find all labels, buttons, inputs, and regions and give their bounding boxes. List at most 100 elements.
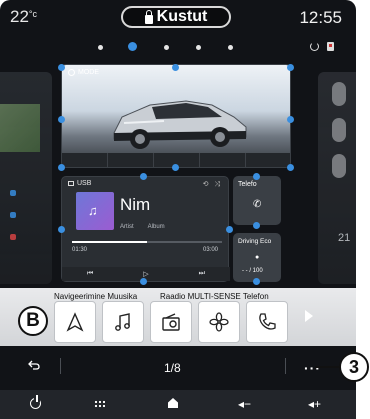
clock: 12:55	[299, 8, 342, 27]
favourites-labels: Navigeerimine Muusika Raadio MULTI-SENSE…	[54, 292, 269, 301]
callout-b: B	[18, 306, 48, 336]
callout-leader-line	[315, 366, 341, 368]
leaf-icon: ●	[255, 254, 260, 261]
apps-grid-icon[interactable]	[94, 400, 105, 408]
next-track-icon[interactable]: ⏭	[199, 270, 205, 278]
mode-option[interactable]	[62, 153, 108, 167]
radio-icon	[162, 313, 180, 331]
music-note-icon	[115, 313, 130, 331]
map-thumbnail	[0, 104, 40, 152]
page-dot[interactable]	[98, 45, 103, 50]
phone-icon: ✆	[253, 199, 262, 210]
divider	[285, 358, 286, 374]
favourites-bar: Navigeerimine Muusika Raadio MULTI-SENSE…	[0, 288, 356, 346]
resize-handle[interactable]	[172, 164, 179, 171]
control-knob	[332, 118, 346, 142]
resize-handle[interactable]	[58, 226, 65, 233]
multi-sense-icon	[209, 312, 229, 332]
back-arrow-icon[interactable]	[28, 360, 40, 370]
temperature-readout: 22°c	[10, 7, 37, 27]
radio-shortcut-button[interactable]	[150, 301, 192, 343]
resize-handle[interactable]	[287, 64, 294, 71]
usb-music-widget[interactable]: USB ⟲ ⤨ ♫ Nim Artist Album 01:30 03:00 ⏮…	[61, 176, 230, 282]
volume-up-button[interactable]: ◂+	[308, 397, 321, 411]
partial-number: 21	[338, 232, 351, 244]
phone-icon	[10, 212, 16, 218]
switch-off-button[interactable]: Kustut	[121, 6, 231, 28]
resize-handle[interactable]	[58, 64, 65, 71]
previous-page-preview[interactable]	[0, 72, 52, 284]
bottom-bar: ◂− ◂+	[0, 390, 356, 419]
usb-icon	[68, 181, 74, 186]
page-navigation-row: 1/8 ···	[0, 352, 356, 380]
resize-handle[interactable]	[172, 64, 179, 71]
mode-option[interactable]	[246, 153, 290, 167]
page-dot[interactable]	[196, 45, 201, 50]
resize-handle[interactable]	[58, 164, 65, 171]
navigation-shortcut-button[interactable]	[54, 301, 96, 343]
phone-icon	[259, 313, 276, 330]
album-name: Album	[147, 224, 165, 230]
page-dot-active[interactable]	[128, 42, 137, 51]
page-number: 1/8	[164, 361, 181, 375]
page-dot[interactable]	[228, 45, 233, 50]
track-progress[interactable]	[72, 241, 222, 243]
missed-call-icon	[10, 234, 16, 240]
mode-option[interactable]	[200, 153, 246, 167]
top-right-icons	[310, 42, 334, 51]
temperature-unit: °c	[28, 9, 38, 19]
usb-source: USB	[68, 180, 91, 187]
music-note-icon: ♫	[88, 203, 98, 218]
resize-handle[interactable]	[253, 173, 260, 180]
resize-handle[interactable]	[253, 222, 260, 229]
multimedia-screen: 22°c Kustut 12:55 21 MODE USB ⟲ ⤨ ♫ Nim …	[0, 0, 356, 419]
lock-icon	[144, 9, 153, 24]
resize-handle[interactable]	[140, 173, 147, 180]
track-meta: Artist Album	[120, 224, 165, 230]
track-progress-fill	[72, 241, 147, 243]
usb-label: USB	[77, 180, 92, 187]
favourites-next-arrow-icon[interactable]	[305, 310, 313, 322]
phone-widget-label: Telefo	[238, 181, 257, 188]
album-art: ♫	[76, 192, 114, 230]
document-icon[interactable]	[327, 42, 334, 51]
switch-off-label: Kustut	[156, 8, 208, 25]
volume-down-button[interactable]: ◂−	[238, 397, 251, 411]
mode-title: MODE	[68, 69, 99, 76]
control-knob	[332, 154, 346, 178]
play-icon[interactable]: ▷	[143, 270, 148, 278]
resize-handle[interactable]	[287, 164, 294, 171]
favourites-label-group-2: Raadio MULTI-SENSE Telefon	[160, 292, 269, 301]
status-bar: 22°c Kustut 12:55	[0, 0, 356, 30]
repeat-shuffle-icons[interactable]: ⟲ ⤨	[203, 180, 222, 189]
resize-handle[interactable]	[226, 226, 233, 233]
refresh-icon[interactable]	[310, 42, 319, 51]
previous-track-icon[interactable]: ⏮	[87, 270, 93, 278]
favourites-label-group-1: Navigeerimine Muusika	[54, 292, 138, 301]
phone-widget[interactable]: Telefo ✆	[233, 176, 281, 225]
phone-shortcut-button[interactable]	[246, 301, 288, 343]
resize-handle[interactable]	[140, 278, 147, 285]
driving-eco-widget[interactable]: Driving Eco ● - - / 100	[233, 233, 281, 282]
mode-icon	[68, 69, 75, 76]
resize-handle[interactable]	[253, 278, 260, 285]
music-shortcut-button[interactable]	[102, 301, 144, 343]
home-icon[interactable]	[168, 398, 178, 408]
page-dot[interactable]	[164, 45, 169, 50]
track-title: Nim	[120, 195, 151, 214]
resize-handle[interactable]	[58, 116, 65, 123]
power-icon[interactable]	[30, 395, 41, 409]
mode-widget[interactable]: MODE	[61, 64, 291, 168]
driving-eco-score: - - / 100	[242, 268, 263, 274]
temperature-value: 22	[10, 7, 29, 26]
driving-eco-label: Driving Eco	[238, 238, 272, 245]
elapsed-time: 01:30	[72, 247, 88, 253]
mode-option[interactable]	[108, 153, 154, 167]
next-page-preview[interactable]: 21	[318, 72, 356, 284]
more-options-icon[interactable]: ···	[304, 360, 321, 376]
divider	[60, 358, 61, 374]
resize-handle[interactable]	[287, 116, 294, 123]
artist-name: Artist	[120, 224, 134, 230]
page-indicator[interactable]	[90, 40, 250, 54]
multi-sense-shortcut-button[interactable]	[198, 301, 240, 343]
